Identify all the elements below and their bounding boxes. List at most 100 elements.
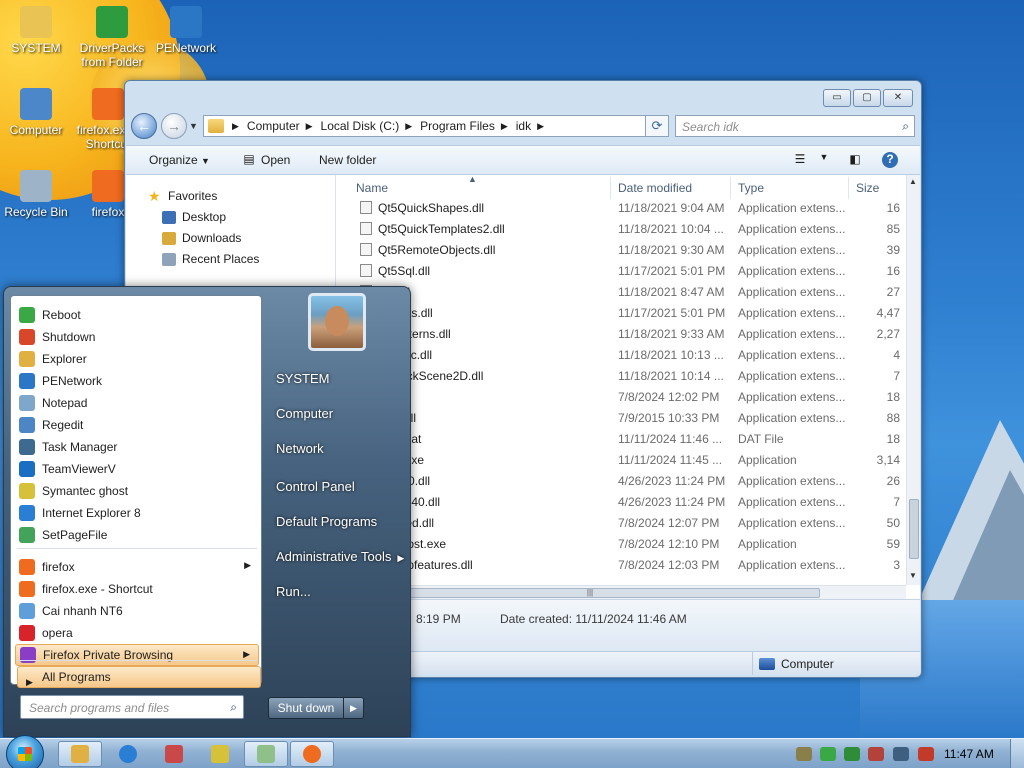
search-icon[interactable]: ⌕: [230, 700, 237, 715]
close-button[interactable]: ✕: [883, 89, 913, 107]
breadcrumb-idk[interactable]: idk: [516, 119, 531, 133]
breadcrumb-separator[interactable]: ▶: [501, 121, 508, 132]
search-input[interactable]: Search idk: [682, 120, 739, 134]
nav-item-recent-places[interactable]: Recent Places: [162, 252, 259, 266]
start-item-internet-explorer-8[interactable]: Internet Explorer 8: [15, 502, 259, 524]
taskbar-button-notepad[interactable]: [244, 741, 288, 767]
back-button[interactable]: ←: [131, 113, 157, 139]
search-box[interactable]: Search idk ⌕: [675, 115, 915, 137]
start-item-opera[interactable]: opera: [15, 622, 259, 644]
start-item-explorer[interactable]: Explorer: [15, 348, 259, 370]
file-row[interactable]: ...se.dll7/9/2015 10:33 PMApplication ex…: [340, 407, 906, 428]
shut-down-button[interactable]: Shut down: [268, 697, 344, 719]
start-item-firefox-exe-shortcut[interactable]: firefox.exe - Shortcut: [15, 578, 259, 600]
column-date-modified[interactable]: Date modified: [618, 181, 692, 195]
tray-volume-muted-icon[interactable]: [918, 747, 934, 761]
column-type[interactable]: Type: [738, 181, 764, 195]
start-item-setpagefile[interactable]: SetPageFile: [15, 524, 259, 546]
scroll-down-icon[interactable]: ▼: [909, 571, 917, 580]
start-item-teamviewerv[interactable]: TeamViewerV: [15, 458, 259, 480]
start-item-reboot[interactable]: Reboot: [15, 304, 259, 326]
breadcrumb-local-disk[interactable]: Local Disk (C:): [321, 119, 400, 133]
file-row[interactable]: ...vehost.exe 7/8/2024 12:10 PM Applicatio…: [340, 533, 906, 554]
recent-pages-dropdown[interactable]: ▼: [189, 121, 198, 131]
show-desktop-button[interactable]: [1010, 739, 1024, 768]
start-search-input[interactable]: Search programs and files: [29, 701, 169, 715]
scroll-up-icon[interactable]: ▲: [909, 177, 917, 186]
start-right-default-programs[interactable]: Default Programs: [276, 514, 377, 529]
user-avatar[interactable]: [308, 293, 366, 351]
start-item-penetwork[interactable]: PENetwork: [15, 370, 259, 392]
column-divider[interactable]: [610, 177, 611, 199]
column-size[interactable]: Size: [856, 181, 879, 195]
breadcrumb-program-files[interactable]: Program Files: [420, 119, 495, 133]
taskbar-button-firefox[interactable]: [290, 741, 334, 767]
all-programs-button[interactable]: ▶ All Programs: [17, 666, 261, 688]
clock[interactable]: 11:47 AM: [944, 747, 994, 761]
file-row[interactable]: ...dll7/8/2024 12:02 PMApplication exten…: [340, 386, 906, 407]
breadcrumb-separator[interactable]: ▶: [405, 121, 412, 132]
preview-pane-icon[interactable]: ◧: [847, 152, 863, 168]
file-row[interactable]: ...me140.dll4/26/2023 11:24 PMApplicatio…: [340, 491, 906, 512]
tray-shield-check-icon[interactable]: [820, 747, 836, 761]
start-right-run-[interactable]: Run...: [276, 584, 311, 599]
desktop-icon-system[interactable]: SYSTEM: [0, 6, 72, 55]
vertical-scroll-thumb[interactable]: [909, 499, 919, 559]
column-divider[interactable]: [730, 177, 731, 199]
change-view-icon[interactable]: ☰: [792, 152, 808, 168]
file-row[interactable]: ...QuickScene2D.dll 11/18/2021 10:14 ... A…: [340, 365, 906, 386]
file-row[interactable]: ...dgets.dll11/17/2021 5:01 PMApplicatio…: [340, 302, 906, 323]
file-row[interactable]: Qt5QuickShapes.dll 11/18/2021 9:04 AM Appl…: [340, 197, 906, 218]
file-row[interactable]: Qt5QuickTemplates2.dll 11/18/2021 10:04 .…: [340, 218, 906, 239]
file-row[interactable]: ...00.exe11/11/2024 11:45 ...Application…: [340, 449, 906, 470]
file-row[interactable]: Qt5RemoteObjects.dll 11/18/2021 9:30 AM Ap…: [340, 239, 906, 260]
open-button[interactable]: Open: [261, 153, 290, 167]
tray-tools-icon[interactable]: [796, 747, 812, 761]
start-right-control-panel[interactable]: Control Panel: [276, 479, 355, 494]
maximize-button[interactable]: ▢: [853, 89, 881, 107]
nav-item-downloads[interactable]: Downloads: [162, 231, 241, 245]
start-item-firefox[interactable]: firefox ▶: [15, 556, 259, 578]
file-row[interactable]: ...Logic.dll11/18/2021 10:13 ...Applicat…: [340, 344, 906, 365]
breadcrumb-computer[interactable]: Computer: [247, 119, 300, 133]
horizontal-scrollbar[interactable]: |||: [340, 585, 906, 599]
start-right-system[interactable]: SYSTEM: [276, 371, 329, 386]
refresh-button[interactable]: ⟳: [645, 115, 669, 137]
taskbar-button-explorer-folder[interactable]: [58, 741, 102, 767]
column-name[interactable]: Name: [356, 181, 388, 195]
start-item-notepad[interactable]: Notepad: [15, 392, 259, 414]
start-button[interactable]: [6, 735, 44, 768]
nav-item-desktop[interactable]: Desktop: [162, 210, 226, 224]
horizontal-scroll-thumb[interactable]: |||: [360, 588, 820, 598]
desktop-icon-computer[interactable]: Computer: [0, 88, 72, 137]
taskbar-button-network-tool[interactable]: [152, 741, 196, 767]
file-row[interactable]: ...00.dat11/11/2024 11:46 ...DAT File18: [340, 428, 906, 449]
vertical-scrollbar[interactable]: ▲ ▼: [906, 175, 920, 585]
start-item-symantec-ghost[interactable]: Symantec ghost: [15, 480, 259, 502]
start-item-firefox-private-browsing[interactable]: Firefox Private Browsing ▶: [15, 644, 259, 666]
breadcrumb-separator[interactable]: ▶: [537, 121, 544, 132]
view-options-dropdown[interactable]: ▼: [816, 152, 832, 168]
help-icon[interactable]: ?: [882, 152, 898, 168]
search-icon[interactable]: ⌕: [902, 119, 909, 134]
forward-button[interactable]: →: [161, 113, 187, 139]
file-row[interactable]: ...vappfeatures.dll 7/8/2024 12:03 PM Appl…: [340, 554, 906, 575]
start-right-administrative-tools[interactable]: Administrative Tools ▶: [276, 549, 404, 564]
tray-monitor-icon[interactable]: [893, 747, 909, 761]
start-right-computer[interactable]: Computer: [276, 406, 333, 421]
minimize-button[interactable]: ▭: [823, 89, 851, 107]
start-item-shutdown[interactable]: Shutdown: [15, 326, 259, 348]
shut-down-options-button[interactable]: ▶: [344, 697, 364, 719]
new-folder-button[interactable]: New folder: [319, 153, 376, 167]
tray-play-icon[interactable]: [844, 747, 860, 761]
taskbar-button-ghost[interactable]: [198, 741, 242, 767]
start-item-cai-nhanh-nt6[interactable]: Cai nhanh NT6: [15, 600, 259, 622]
file-row[interactable]: Qt5Sql.dll 11/17/2021 5:01 PM Application …: [340, 260, 906, 281]
organize-button[interactable]: Organize ▼: [149, 153, 210, 167]
taskbar-button-internet-explorer[interactable]: [106, 741, 150, 767]
file-row[interactable]: ...hared.dll7/8/2024 12:07 PMApplication…: [340, 512, 906, 533]
breadcrumb-separator[interactable]: ▶: [232, 121, 239, 132]
desktop-icon-driverpacks-from-folder[interactable]: DriverPacks from Folder: [76, 6, 148, 69]
file-row[interactable]: ...g.dll11/18/2021 8:47 AMApplication ex…: [340, 281, 906, 302]
start-search-box[interactable]: Search programs and files ⌕: [20, 695, 244, 719]
